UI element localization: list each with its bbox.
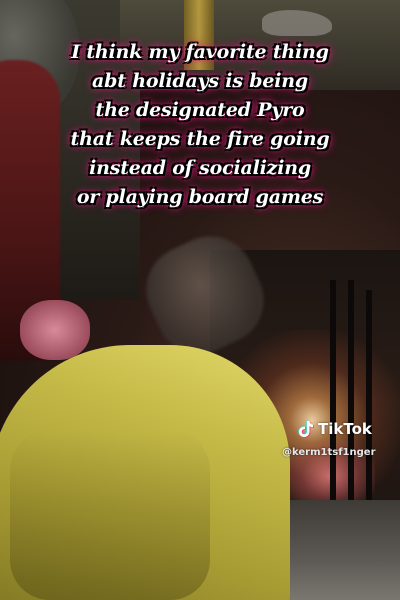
creator-handle: @kerm1tsf1nger: [282, 447, 376, 458]
caption-line: abt holidays is being: [92, 70, 308, 92]
caption-overlay: I think my favorite thing abt holidays i…: [0, 38, 400, 212]
caption-line: instead of socializing: [89, 157, 311, 179]
person-hand: [20, 300, 90, 360]
caption-line: the designated Pyro: [95, 99, 305, 121]
tiktok-watermark: TikTok: [298, 420, 372, 438]
tiktok-note-icon: [298, 420, 314, 438]
legs-shadow: [10, 430, 210, 600]
caption-line: that keeps the fire going: [70, 128, 330, 150]
tiktok-wordmark: TikTok: [318, 420, 372, 438]
caption-line: I think my favorite thing: [71, 41, 329, 63]
caption-line: or playing board games: [76, 186, 324, 208]
video-frame: I think my favorite thing abt holidays i…: [0, 0, 400, 600]
